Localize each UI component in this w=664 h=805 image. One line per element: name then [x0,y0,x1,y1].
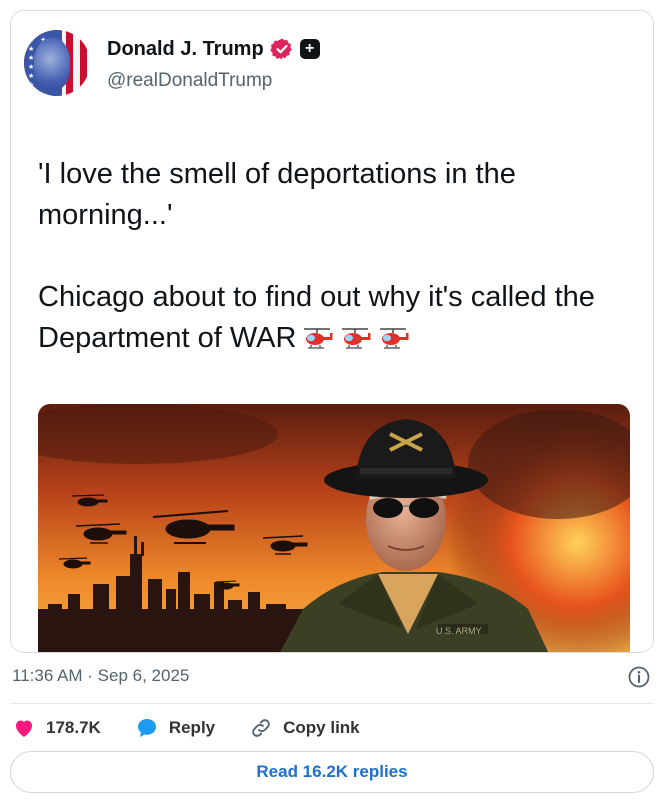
author-handle[interactable]: @realDonaldTrump [107,70,272,92]
like-count: 178.7K [46,718,101,737]
copy-link-label: Copy link [283,718,360,737]
verified-badge-icon [269,37,294,61]
read-replies-button[interactable]: Read 16.2K replies [10,751,654,793]
post-card: ★ ★ ★ ★ ★ ★ ★ ★ ★ ★ ★ ★ Donald J. Trump … [10,10,654,653]
divider [10,703,654,704]
reply-bubble-icon [137,719,156,737]
illustration: U.S. ARMY [38,404,630,652]
uniform-text: U.S. ARMY [436,626,482,636]
info-icon[interactable] [627,665,651,689]
helicopter-emoji-row [300,326,410,352]
helicopter-icon [342,328,371,350]
like-button[interactable]: 178.7K [12,716,101,740]
link-icon [252,719,270,737]
reply-label: Reply [168,718,216,737]
helicopter-icon [304,328,333,350]
action-bar: 178.7K Reply Copy link [12,712,360,744]
post-timestamp[interactable]: 11:36 AM · Sep 6, 2025 [12,666,189,686]
heart-icon [16,720,32,737]
author-display-name[interactable]: Donald J. Trump [107,38,264,61]
copy-link-button[interactable]: Copy link [249,716,360,740]
plus-badge-icon: + [299,39,320,59]
post-text: 'I love the smell of deportations in the… [38,154,638,359]
post-media-image[interactable]: U.S. ARMY [38,404,630,652]
avatar[interactable]: ★ ★ ★ ★ ★ ★ ★ ★ ★ ★ ★ ★ [24,30,90,96]
helicopter-icon [380,328,409,350]
reply-button[interactable]: Reply [135,716,215,740]
post-text-line-1: 'I love the smell of deportations in the… [38,158,524,231]
author-name-row[interactable]: Donald J. Trump + [107,37,320,61]
